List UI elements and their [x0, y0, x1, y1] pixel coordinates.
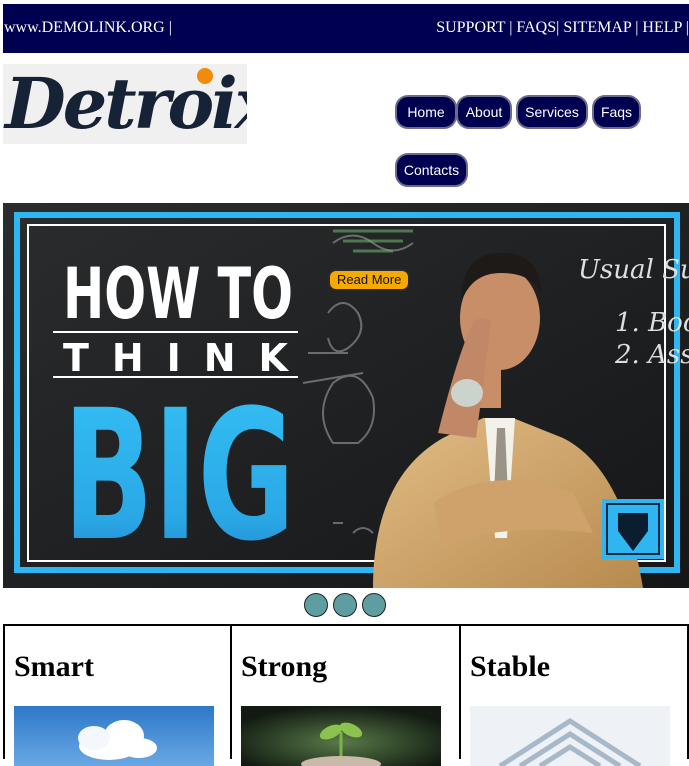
top-bar: www.DEMOLINK.ORG | SUPPORT | FAQS| SITEM…	[3, 4, 689, 53]
separator: |	[509, 19, 513, 36]
feature-card-stable: Stable	[459, 626, 689, 766]
nav-services-button[interactable]: Services	[516, 95, 588, 129]
support-link[interactable]: SUPPORT	[436, 19, 505, 36]
hero-image: Usual Su 1. Boo 2. Ass HOW TO THINK BIG	[3, 203, 689, 588]
help-link[interactable]: HELP	[642, 19, 681, 36]
feature-card-smart: Smart	[3, 626, 232, 766]
feature-title: Stable	[470, 650, 551, 683]
top-links: SUPPORT | FAQS| SITEMAP | HELP |	[436, 19, 689, 37]
logo[interactable]: Detroix	[3, 64, 247, 144]
slider-dot-3[interactable]	[362, 593, 386, 617]
board-text-1: Usual Su	[578, 255, 689, 285]
slider-dot-2[interactable]	[333, 593, 357, 617]
separator: |	[556, 19, 560, 36]
read-more-button[interactable]: Read More	[328, 269, 411, 291]
hero-title-line1: HOW TO	[63, 253, 293, 335]
hero-banner[interactable]: Usual Su 1. Boo 2. Ass HOW TO THINK BIG …	[3, 203, 689, 588]
cloud-image	[14, 706, 214, 766]
nav-home-button[interactable]: Home	[395, 95, 457, 129]
board-text-3: 2. Ass	[614, 340, 689, 370]
feature-title: Strong	[241, 650, 328, 683]
hero-title-line3: BIG	[63, 372, 295, 581]
board-text-2: 1. Boo	[615, 308, 689, 338]
feature-title: Smart	[14, 650, 94, 683]
site-url[interactable]: www.DEMOLINK.ORG |	[4, 19, 172, 37]
separator: |	[635, 19, 639, 36]
nav-about-button[interactable]: About	[456, 95, 512, 129]
slider-dot-1[interactable]	[304, 593, 328, 617]
faqs-link[interactable]: FAQS	[516, 19, 556, 36]
sprout-image	[241, 706, 441, 766]
maze-image	[470, 706, 670, 766]
nav-faqs-button[interactable]: Faqs	[592, 95, 641, 129]
feature-card-strong: Strong	[230, 626, 461, 766]
logo-dot	[197, 68, 213, 84]
nav-contacts-button[interactable]: Contacts	[395, 153, 468, 187]
features-section: Smart Strong Stable	[3, 624, 689, 766]
sitemap-link[interactable]: SITEMAP	[563, 19, 631, 36]
